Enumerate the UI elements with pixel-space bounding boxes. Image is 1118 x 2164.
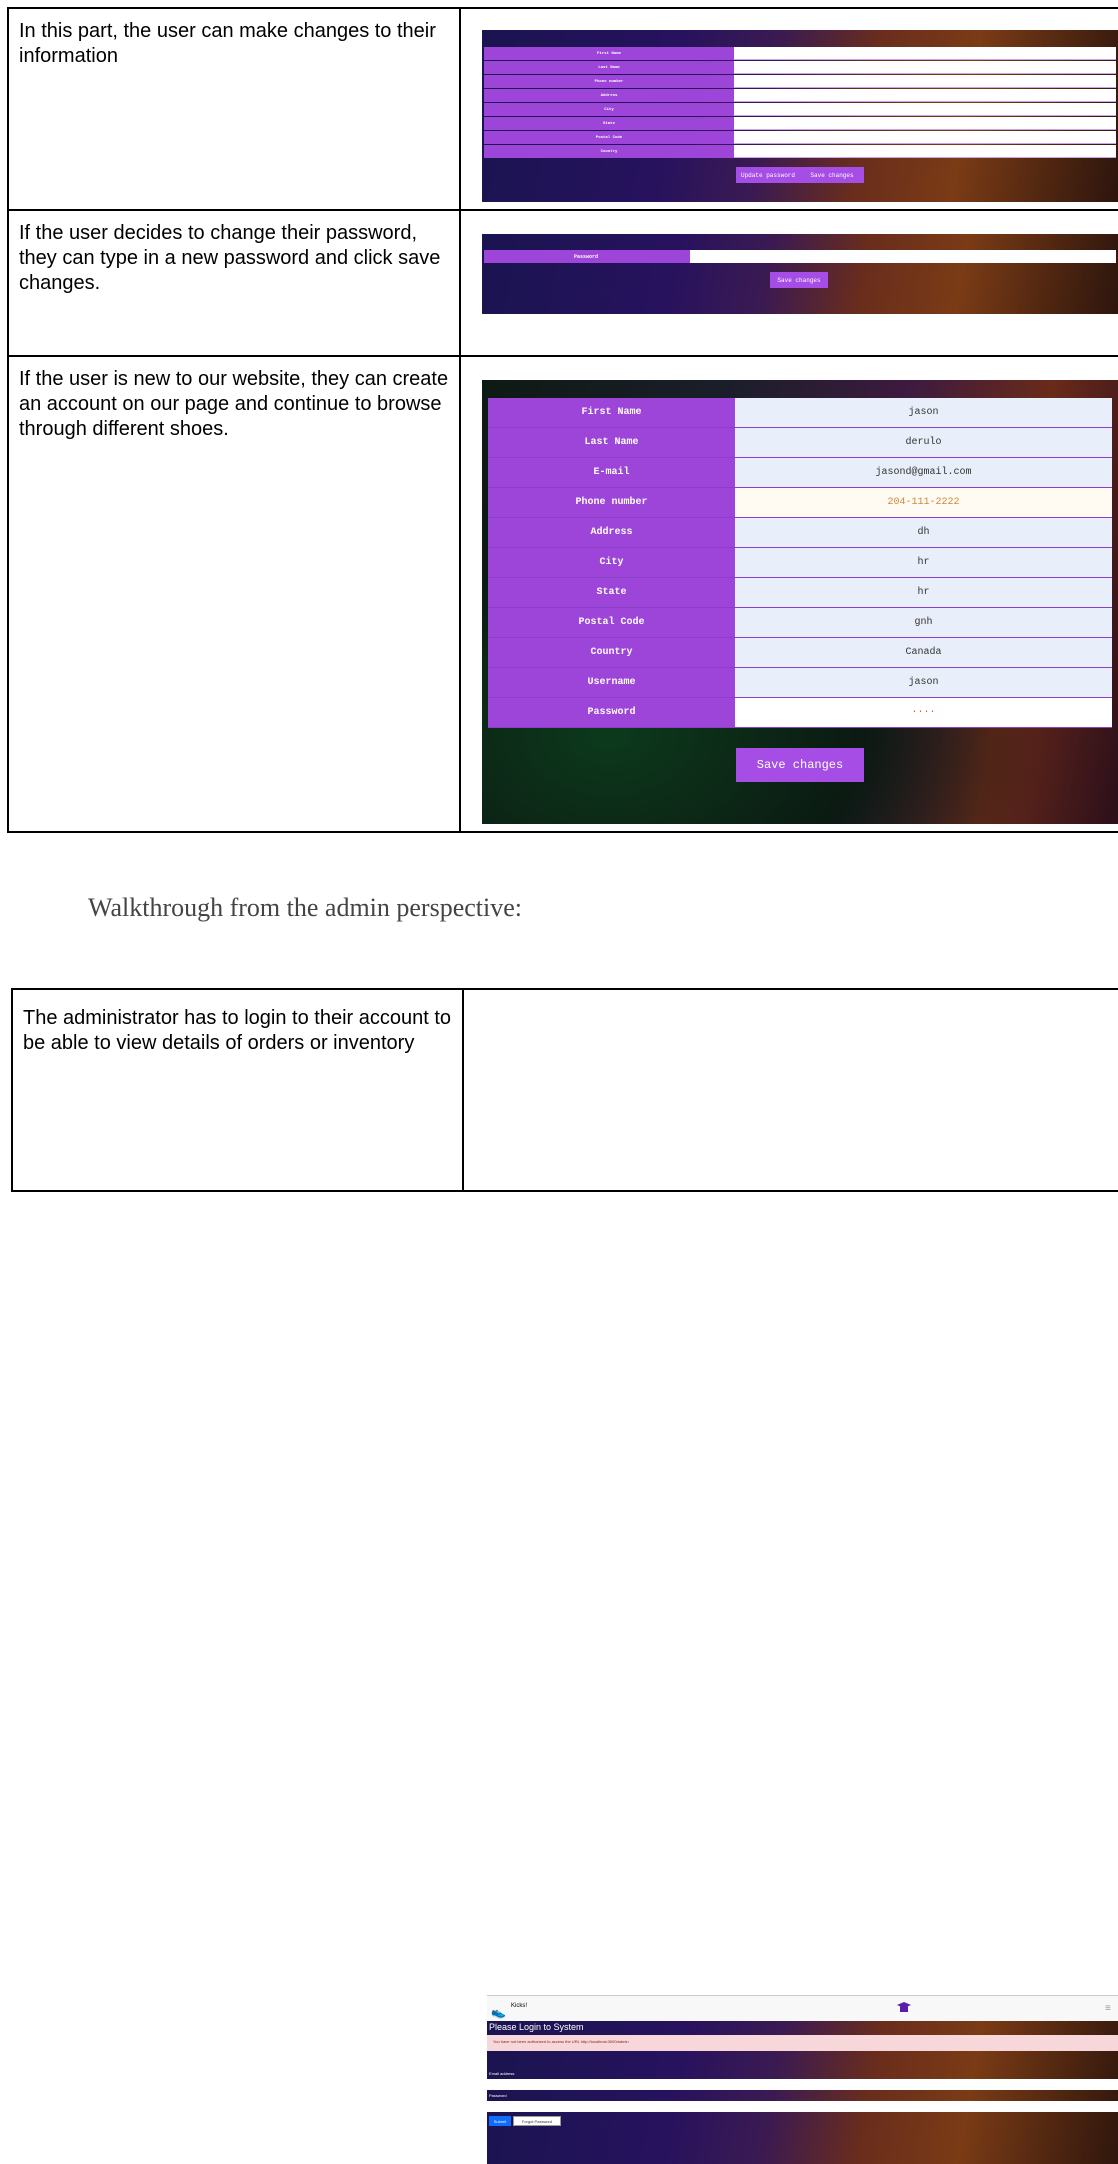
field-value[interactable]: ···· (735, 698, 1112, 727)
field-label: Phone number (488, 488, 735, 517)
field-label: Password (488, 698, 735, 727)
field-value[interactable]: jason (735, 668, 1112, 697)
password-label: Password (484, 250, 690, 263)
field-value[interactable]: derulo (735, 428, 1112, 457)
password-row: Password (484, 250, 1116, 263)
form-row: Phone number 204-111-2222 (488, 488, 1112, 518)
save-changes-button[interactable]: Save changes (736, 748, 864, 782)
field-input[interactable] (734, 61, 1116, 74)
form-row: First Name (484, 47, 1116, 60)
field-label: Last Name (484, 61, 734, 74)
email-label: Email address (489, 2071, 515, 2076)
field-label: State (484, 117, 734, 130)
field-label: Address (484, 89, 734, 102)
field-value[interactable]: hr (735, 578, 1112, 607)
form-row: State (484, 117, 1116, 130)
field-value[interactable]: dh (735, 518, 1112, 547)
walkthrough-table-user: In this part, the user can make changes … (7, 7, 1118, 833)
form-row: Password ···· (488, 698, 1112, 728)
form-row: Postal Code (484, 131, 1116, 144)
row3-screenshot-cell: First Name jason Last Name derulo E-mail jaso… (459, 355, 1118, 833)
field-input[interactable] (734, 145, 1116, 158)
save-changes-button[interactable]: Save changes (770, 272, 828, 288)
field-label: Last Name (488, 428, 735, 457)
field-input[interactable] (734, 89, 1116, 102)
field-value[interactable]: gnh (735, 608, 1112, 637)
admin-description-cell: The administrator has to login to their … (11, 988, 464, 1192)
form-row: Address (484, 89, 1116, 102)
field-value[interactable]: Canada (735, 638, 1112, 667)
password-input[interactable] (690, 250, 1116, 263)
field-input[interactable] (734, 131, 1116, 144)
field-value[interactable]: 204-111-2222 (735, 488, 1112, 517)
unauthorized-alert: You have not been authorized to access t… (487, 2035, 1118, 2051)
forgot-password-button[interactable]: Forgot Password (513, 2116, 561, 2126)
password-input[interactable] (487, 2101, 1118, 2112)
form-row: Country (484, 145, 1116, 158)
field-value[interactable]: jasond@gmail.com (735, 458, 1112, 487)
field-label: Country (488, 638, 735, 667)
password-label: Password (489, 2093, 507, 2098)
field-label: First Name (488, 398, 735, 427)
form-row: E-mail jasond@gmail.com (488, 458, 1112, 488)
menu-icon[interactable]: ≡ (1105, 2003, 1111, 2014)
brand-name[interactable]: Kicks! (511, 2003, 527, 2009)
field-value[interactable]: hr (735, 548, 1112, 577)
alert-text: You have not been authorized to access t… (493, 2039, 629, 2044)
field-input[interactable] (734, 117, 1116, 130)
field-label: Username (488, 668, 735, 697)
field-label: Country (484, 145, 734, 158)
field-label: E-mail (488, 458, 735, 487)
login-title: Please Login to System (489, 2022, 584, 2032)
form-row: Last Name derulo (488, 428, 1112, 458)
field-label: Postal Code (484, 131, 734, 144)
field-input[interactable] (734, 75, 1116, 88)
form-row: Postal Code gnh (488, 608, 1112, 638)
navbar: 👟 Kicks! ≡ (487, 1995, 1118, 2022)
admin-login-screenshot: 👟 Kicks! ≡ Please Login to System You ha… (487, 1995, 1118, 2164)
field-label: State (488, 578, 735, 607)
row1-screenshot-cell: First Name Last Name Phone number Address Ci… (459, 7, 1118, 211)
form-row: State hr (488, 578, 1112, 608)
form-row: Username jason (488, 668, 1112, 698)
edit-profile-screenshot: First Name Last Name Phone number Address Ci… (482, 30, 1118, 202)
form-row: First Name jason (488, 398, 1112, 428)
row2-description: If the user decides to change their pass… (19, 222, 441, 294)
submit-button[interactable]: Submit (489, 2116, 511, 2126)
field-label: City (488, 548, 735, 577)
create-account-screenshot: First Name jason Last Name derulo E-mail jaso… (482, 380, 1118, 824)
email-input[interactable] (487, 2079, 1118, 2090)
save-changes-button[interactable]: Save changes (800, 167, 864, 183)
change-password-screenshot: Password Save changes (482, 234, 1118, 314)
admin-walkthrough-heading: Walkthrough from the admin perspective: (88, 893, 523, 922)
update-password-button[interactable]: Update password (736, 167, 800, 183)
field-label: Phone number (484, 75, 734, 88)
graduation-cap-icon[interactable] (897, 2001, 911, 2013)
field-label: First Name (484, 47, 734, 60)
field-label: City (484, 103, 734, 116)
row2-description-cell: If the user decides to change their pass… (7, 209, 461, 357)
form-row: Last Name (484, 61, 1116, 74)
field-value[interactable]: jason (735, 398, 1112, 427)
admin-screenshot-cell: 👟 Kicks! ≡ Please Login to System You ha… (462, 988, 1118, 2164)
form-row: Phone number (484, 75, 1116, 88)
row1-description: In this part, the user can make changes … (19, 20, 436, 67)
field-label: Postal Code (488, 608, 735, 637)
admin-description: The administrator has to login to their … (23, 1007, 452, 1054)
form-row: Address dh (488, 518, 1112, 548)
field-input[interactable] (734, 103, 1116, 116)
walkthrough-table-admin: The administrator has to login to their … (11, 988, 1118, 2164)
field-input[interactable] (734, 47, 1116, 60)
form-row: City (484, 103, 1116, 116)
row2-screenshot-cell: Password Save changes (459, 209, 1118, 357)
field-label: Address (488, 518, 735, 547)
row1-description-cell: In this part, the user can make changes … (7, 7, 461, 211)
row3-description: If the user is new to our website, they … (19, 368, 449, 440)
form-row: City hr (488, 548, 1112, 578)
login-body: Please Login to System You have not been… (487, 2021, 1118, 2164)
row3-description-cell: If the user is new to our website, they … (7, 355, 461, 833)
form-row: Country Canada (488, 638, 1112, 668)
logo-shoe-icon: 👟 (491, 2005, 506, 2019)
